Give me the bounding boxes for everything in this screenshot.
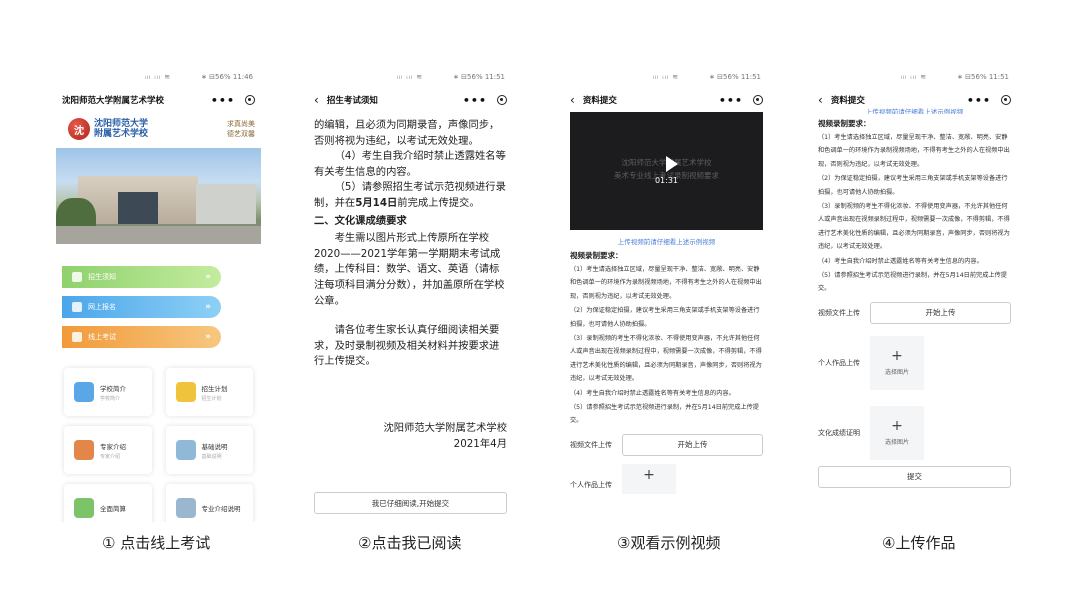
more-icon[interactable]: ••• [967,94,991,107]
page-title: 资料提交 [582,96,617,106]
battery-time: ∗ ⊟56% 11:46 [201,73,253,81]
start-upload-button[interactable]: 开始上传 [870,301,1011,324]
back-icon[interactable]: ‹ [570,93,575,107]
page-title: 沈阳师范大学附属艺术学校 [62,96,165,106]
signal-icon: ᵢₗₗ ᵢₗₗ ≋ [652,73,680,81]
school-logo-icon: 沈 [68,118,90,140]
status-bar: ᵢₗₗ ᵢₗₗ ≋ ∗ ⊟56% 11:51 [308,66,513,88]
menu-admission-notice-button[interactable]: 招生须知 » [62,266,221,288]
battery-time: ∗ ⊟56% 11:51 [957,73,1009,81]
requirements-list: （1）考生请选择独立区域，尽量呈现干净、整洁、宽敞、明亮、安静和色调单一的环境作… [570,266,762,425]
plus-icon: + [891,348,903,365]
chevron-right-icon: » [205,272,211,282]
card-item-6[interactable]: 专业介绍说明 [165,484,253,522]
card-enrollment-plan[interactable]: 招生计划 招生计划 [165,368,253,416]
close-miniprogram-icon[interactable] [497,95,507,105]
status-bar: ᵢₗₗ ᵢₗₗ ≋ ∗ ⊟56% 11:51 [812,66,1017,88]
requirements-title: 视频录制要求： [818,119,871,128]
status-bar: ᵢₗₗ ᵢₗₗ ≋ ∗ ⊟56% 11:46 [56,66,261,88]
page-title: 资料提交 [830,96,865,106]
close-miniprogram-icon[interactable] [1001,95,1011,105]
status-bar: ᵢₗₗ ᵢₗₗ ≋ ∗ ⊟56% 11:51 [564,66,769,88]
battery-time: ∗ ⊟56% 11:51 [709,73,761,81]
plus-icon: + [891,418,903,435]
school-logo-row: 沈 沈阳师范大学 附属艺术学校 求真尚美 德艺双馨 [56,112,261,146]
feature-grid: 学校简介 学校简介 招生计划 招生计划 专家介绍 专家介绍 基础说明 基础说明 全面简算… [56,348,261,522]
card-basic-info[interactable]: 基础说明 基础说明 [165,426,253,474]
requirements-title: 视频录制要求： [570,251,623,260]
info-icon [175,498,196,518]
signal-icon: ᵢₗₗ ᵢₗₗ ≋ [396,73,424,81]
school-slogan: 求真尚美 德艺双馨 [227,120,255,138]
start-upload-button[interactable]: 开始上传 [622,433,763,456]
campus-photo [56,148,261,244]
signal-icon: ᵢₗₗ ᵢₗₗ ≋ [900,73,928,81]
video-upload-row: 视频文件上传 开始上传 [812,301,1017,324]
section-heading: 二、文化课成绩要求 [314,214,407,227]
nav-bar: ‹ 资料提交 ••• [564,88,769,112]
phone-screen-home: ᵢₗₗ ᵢₗₗ ≋ ∗ ⊟56% 11:46 沈阳师范大学附属艺术学校 ••• … [56,66,261,522]
card-school-intro[interactable]: 学校简介 学校简介 [64,368,152,416]
back-icon[interactable]: ‹ [314,93,319,107]
nav-bar: ‹ 招生考试须知 ••• [308,88,513,112]
building-icon [74,382,94,402]
person-icon [74,440,94,460]
phone-screen-submit-works: ᵢₗₗ ᵢₗₗ ≋ ∗ ⊟56% 11:51 ‹ 资料提交 ••• 上传视频前请… [812,66,1017,522]
plus-icon: + [643,466,655,483]
form-icon [72,302,82,312]
video-upload-row: 视频文件上传 开始上传 [564,433,769,456]
phone-screen-submit-video: ᵢₗₗ ᵢₗₗ ≋ ∗ ⊟56% 11:51 ‹ 资料提交 ••• 沈阳师范大学… [564,66,769,522]
requirements-list: （1）考生请选择独立区域，尽量呈现干净、整洁、宽敞、明亮、安静和色调单一的环境作… [818,134,1010,293]
add-image-button[interactable]: + 选择图片 [870,335,924,390]
back-icon[interactable]: ‹ [818,93,823,107]
more-icon[interactable]: ••• [211,94,235,107]
example-video-player[interactable]: 沈阳师范大学附属艺术学校 美术专业线上考试录制视频要求 01:31 [570,112,763,230]
list-icon [175,440,196,460]
notice-icon [72,272,82,282]
school-logo-text: 沈阳师范大学 附属艺术学校 [94,119,149,139]
grades-upload-row: 文化成绩证明 + 选择图片 [812,405,1017,460]
chevron-right-icon: » [205,332,211,342]
card-expert-intro[interactable]: 专家介绍 专家介绍 [64,426,152,474]
phone-screen-notice: ᵢₗₗ ᵢₗₗ ≋ ∗ ⊟56% 11:51 ‹ 招生考试须知 ••• 的编辑，… [308,66,513,522]
video-duration: 01:31 [654,176,679,185]
close-miniprogram-icon[interactable] [753,95,763,105]
notice-document: 的编辑，且必须为同期录音，声像同步， 否则将视为违纪，以考试无效处理。 （4）考… [314,119,507,450]
chevron-right-icon: » [205,302,211,312]
step-caption-1: ① 点击线上考试 [102,534,211,552]
signal-icon: ᵢₗₗ ᵢₗₗ ≋ [144,73,172,81]
menu-online-exam-button[interactable]: 线上考试 » [62,326,221,348]
close-miniprogram-icon[interactable] [245,95,255,105]
play-icon[interactable] [666,156,678,172]
page-title: 招生考试须知 [326,96,378,106]
more-icon[interactable]: ••• [463,94,487,107]
menu-online-registration-button[interactable]: 网上报名 » [62,296,221,318]
signature: 沈阳师范大学附属艺术学校 2021年4月 [383,421,507,450]
people-icon [175,382,196,402]
submit-button[interactable]: 提交 [818,465,1011,488]
works-upload-row: 个人作品上传 + [564,463,769,494]
battery-time: ∗ ⊟56% 11:51 [453,73,505,81]
nav-bar: 沈阳师范大学附属艺术学校 ••• [56,88,261,112]
card-item-5[interactable]: 全面简算 [64,484,152,522]
step-caption-4: ④上传作品 [882,534,956,552]
exam-icon [72,332,82,342]
step-caption-2: ②点击我已阅读 [358,534,462,552]
video-hint-link[interactable]: 上传视频前请仔细看上述示例视频 [812,106,1017,114]
grid-icon [74,498,94,518]
step-caption-3: ③观看示例视频 [617,534,721,552]
add-grade-image-button[interactable]: + 选择图片 [870,405,924,460]
add-image-button[interactable]: + [622,463,676,494]
read-confirm-button[interactable]: 我已仔细阅读,开始提交 [314,492,507,514]
more-icon[interactable]: ••• [719,94,743,107]
video-hint-link[interactable]: 上传视频前请仔细看上述示例视频 [564,236,769,246]
works-upload-row: 个人作品上传 + 选择图片 [812,335,1017,390]
